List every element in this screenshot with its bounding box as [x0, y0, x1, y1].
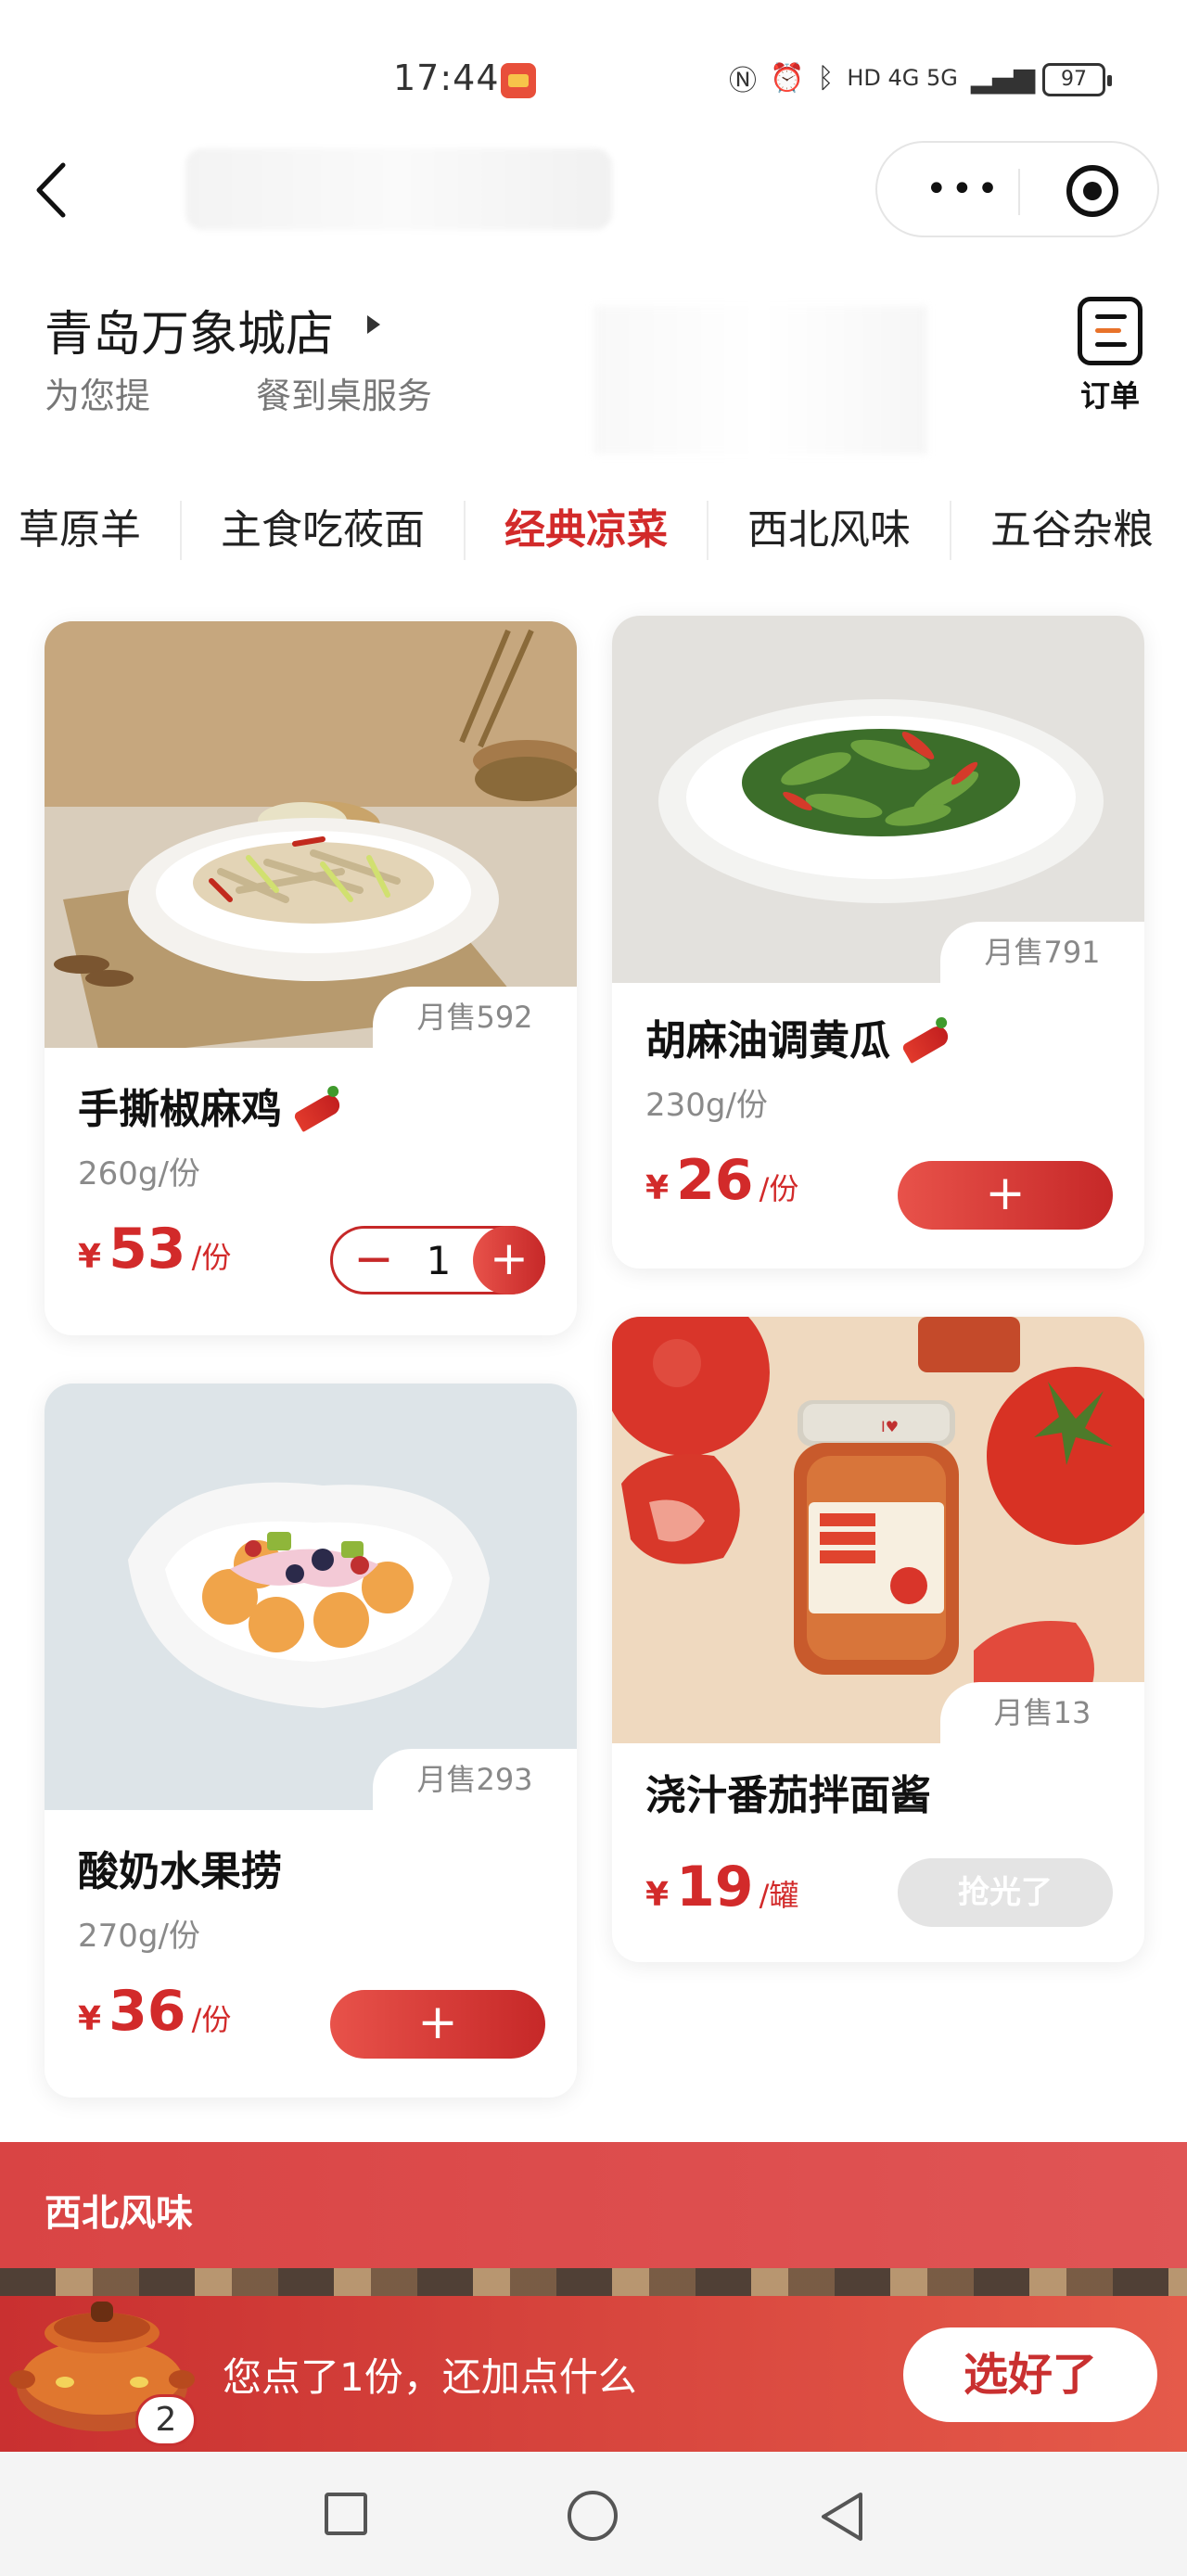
monthly-sales: 月售13 — [940, 1682, 1144, 1743]
product-name: 手撕椒麻鸡 — [78, 1076, 344, 1135]
signal-icon: ▂▄▆ — [970, 61, 1036, 95]
close-miniapp-icon[interactable] — [1066, 165, 1118, 217]
chevron-left-icon — [36, 162, 66, 218]
system-nav-bar — [0, 2452, 1187, 2576]
blurred-title-area — [185, 148, 612, 230]
capsule-divider — [1018, 169, 1020, 215]
product-price: ¥53/份 — [78, 1217, 232, 1282]
order-label: 订单 — [1079, 378, 1140, 414]
product-name: 胡麻油调黄瓜 — [645, 1007, 952, 1066]
product-spec: 270g/份 — [78, 1918, 200, 1955]
chili-pepper-icon — [900, 1022, 952, 1065]
product-card[interactable]: 月售791 胡麻油调黄瓜 230g/份 ¥26/份 + — [612, 616, 1144, 1269]
order-button[interactable]: 订单 — [1066, 297, 1154, 417]
store-subtitle: 为您提 餐到桌服务 — [45, 376, 433, 416]
chili-pepper-icon — [292, 1090, 344, 1133]
product-image[interactable]: 月售293 — [45, 1384, 577, 1810]
back-button[interactable] — [24, 158, 80, 223]
tab-grassland-lamb[interactable]: 草原羊 — [0, 501, 182, 560]
category-tabs: 草原羊 主食吃莜面 经典凉菜 西北风味 五谷杂粮 — [0, 482, 1187, 579]
status-time: 17:44 — [393, 57, 500, 98]
product-image[interactable]: 月售592 — [45, 621, 577, 1048]
more-icon[interactable]: ••• — [925, 171, 1002, 208]
product-price: ¥26/份 — [645, 1148, 799, 1213]
monthly-sales: 月售791 — [940, 922, 1144, 983]
add-to-cart-button[interactable]: + — [330, 1990, 545, 2059]
store-name[interactable]: 青岛万象城店 — [45, 295, 334, 364]
product-spec: 230g/份 — [645, 1087, 768, 1124]
quantity-value: 1 — [426, 1238, 452, 1283]
blurred-store-info — [594, 306, 927, 454]
status-icons: Ⓝ ⏰ ᛒ HD 4G 5G ▂▄▆ — [729, 57, 1035, 98]
status-bar: 17:44 Ⓝ ⏰ ᛒ HD 4G 5G ▂▄▆ 97 — [0, 0, 1187, 139]
store-arrow-icon[interactable] — [367, 315, 380, 334]
network-label: HD 4G 5G — [847, 65, 958, 91]
monthly-sales: 月售592 — [373, 987, 577, 1048]
recent-apps-icon[interactable] — [325, 2493, 367, 2535]
miniapp-capsule: ••• — [875, 141, 1159, 237]
product-price: ¥19/罐 — [645, 1855, 799, 1919]
bluetooth-icon: ᛒ — [817, 61, 835, 95]
product-card[interactable]: 月售592 手撕椒麻鸡 260g/份 ¥53/份 − 1 + — [45, 621, 577, 1335]
product-price: ¥36/份 — [78, 1979, 232, 2044]
monthly-sales: 月售293 — [373, 1749, 577, 1810]
nfc-icon: Ⓝ — [729, 65, 757, 97]
product-spec: 260g/份 — [78, 1155, 200, 1192]
system-back-icon[interactable] — [816, 2489, 868, 2544]
cart-count-badge: 2 — [135, 2394, 197, 2446]
product-image[interactable]: 月售791 — [612, 616, 1144, 983]
cart-message: 您点了1份，还加点什么 — [223, 2354, 637, 2400]
quantity-stepper: − 1 + — [330, 1226, 545, 1294]
decrease-quantity-button[interactable]: − — [346, 1232, 402, 1288]
tab-five-grains[interactable]: 五谷杂粮 — [951, 501, 1187, 560]
section-title: 西北风味 — [45, 2192, 193, 2235]
product-card[interactable]: I♥ 月售13 浇汁番茄拌面酱 ¥19/罐 抢光了 — [612, 1317, 1144, 1962]
product-image[interactable]: I♥ 月售13 — [612, 1317, 1144, 1743]
app-notification-icon — [501, 63, 536, 98]
home-icon[interactable] — [568, 2491, 618, 2541]
order-list-icon — [1078, 297, 1142, 365]
tab-northwest-flavor[interactable]: 西北风味 — [708, 501, 951, 560]
increase-quantity-button[interactable]: + — [473, 1226, 545, 1294]
product-name: 浇汁番茄拌面酱 — [645, 1772, 931, 1819]
tab-classic-cold-dishes[interactable]: 经典凉菜 — [466, 501, 708, 560]
section-header: 西北风味 — [0, 2142, 1187, 2268]
product-name: 酸奶水果捞 — [78, 1848, 282, 1895]
product-card[interactable]: 月售293 酸奶水果捞 270g/份 ¥36/份 + — [45, 1384, 577, 2098]
checkout-button[interactable]: 选好了 — [903, 2327, 1157, 2422]
svg-text:I♥: I♥ — [881, 1418, 899, 1435]
alarm-icon: ⏰ — [770, 61, 805, 95]
tab-staple-youmian[interactable]: 主食吃莜面 — [182, 501, 466, 560]
add-to-cart-button[interactable]: + — [898, 1161, 1113, 1230]
sold-out-button: 抢光了 — [898, 1858, 1113, 1927]
battery-indicator: 97 — [1042, 63, 1112, 96]
